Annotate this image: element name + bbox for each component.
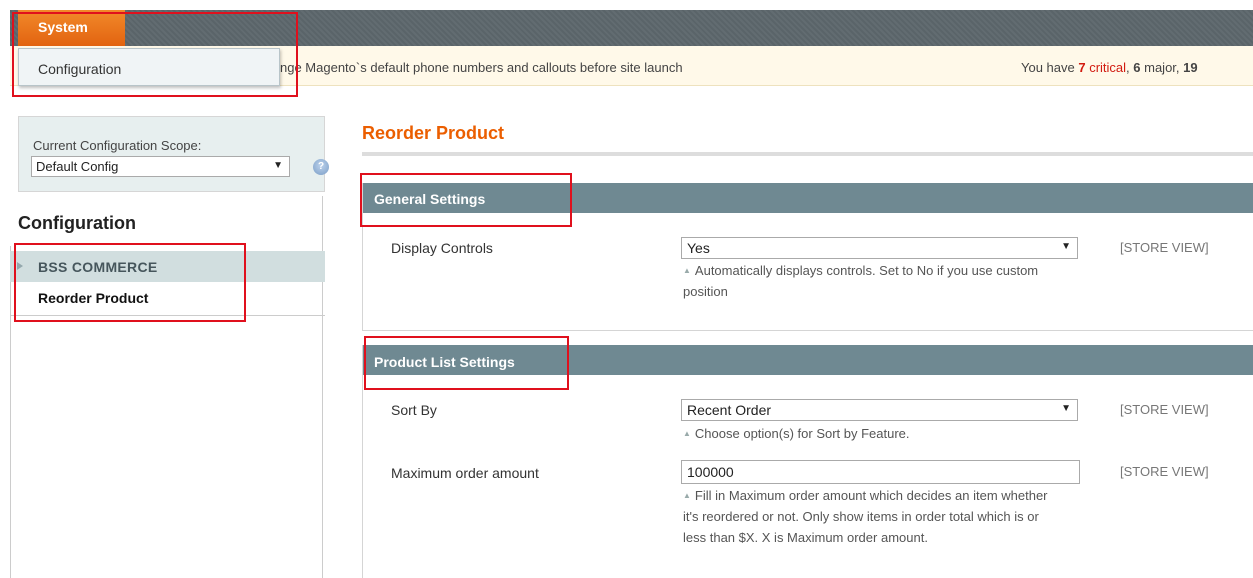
sidebar-group-bss-commerce[interactable]: BSS COMMERCE xyxy=(10,251,325,282)
title-divider xyxy=(362,152,1253,156)
fieldset-general-settings: General Settings Display Controls Yes ▼ … xyxy=(362,183,1253,331)
scope-tag-maximum-order-amount: [STORE VIEW] xyxy=(1120,464,1209,479)
nav-system-tab[interactable]: System xyxy=(18,10,125,46)
label-display-controls: Display Controls xyxy=(391,240,493,256)
chevron-down-icon: ▼ xyxy=(273,160,283,171)
top-navbar: System xyxy=(10,10,1253,46)
sort-by-value: Recent Order xyxy=(687,402,772,418)
sidebar-item-reorder-product[interactable]: Reorder Product xyxy=(38,290,148,306)
caret-right-icon xyxy=(17,262,23,270)
sidebar-left-border xyxy=(10,246,11,578)
fieldset-product-list-settings: Product List Settings Sort By Recent Ord… xyxy=(362,345,1253,578)
maximum-order-amount-input[interactable] xyxy=(681,460,1080,484)
note-sort-by: ▲ Choose option(s) for Sort by Feature. xyxy=(683,423,1063,444)
display-controls-select[interactable]: Yes ▼ xyxy=(681,237,1078,259)
scope-label: Current Configuration Scope: xyxy=(33,138,202,153)
label-maximum-order-amount: Maximum order amount xyxy=(391,465,539,481)
more-count[interactable]: 19 xyxy=(1183,60,1197,75)
note-display-controls-text: Automatically displays controls. Set to … xyxy=(683,263,1039,299)
triangle-up-icon: ▲ xyxy=(683,491,691,500)
config-scope-panel: Current Configuration Scope: Default Con… xyxy=(18,116,329,192)
sort-by-select[interactable]: Recent Order ▼ xyxy=(681,399,1078,421)
notice-message: nge Magento`s default phone numbers and … xyxy=(280,60,683,75)
scope-tag-display-controls: [STORE VIEW] xyxy=(1120,240,1209,255)
sidebar-group-label: BSS COMMERCE xyxy=(38,259,158,275)
section-header-general-settings[interactable]: General Settings xyxy=(363,183,1253,213)
major-count[interactable]: 6 xyxy=(1133,60,1140,75)
chevron-down-icon: ▼ xyxy=(1061,241,1071,252)
major-label[interactable]: major, xyxy=(1141,60,1184,75)
sidebar-title: Configuration xyxy=(18,213,136,233)
note-display-controls: ▲ Automatically displays controls. Set to… xyxy=(683,260,1063,302)
note-sort-by-text: Choose option(s) for Sort by Feature. xyxy=(694,426,910,441)
nav-system-label: System xyxy=(38,19,88,35)
section-header-product-list-settings[interactable]: Product List Settings xyxy=(363,345,1253,375)
scope-select-value: Default Config xyxy=(36,159,119,174)
sidebar-divider xyxy=(10,315,325,316)
triangle-up-icon: ▲ xyxy=(683,429,691,438)
notice-counts: You have 7 critical, 6 major, 19 xyxy=(1021,60,1198,75)
page-title: Reorder Product xyxy=(362,123,505,143)
critical-link[interactable]: critical xyxy=(1086,60,1126,75)
note-maximum-order-amount: ▲ Fill in Maximum order amount which deci… xyxy=(683,485,1063,548)
label-sort-by: Sort By xyxy=(391,402,437,418)
menu-item-configuration[interactable]: Configuration xyxy=(38,61,121,77)
scope-select[interactable]: Default Config ▼ xyxy=(31,156,290,177)
system-dropdown-menu: Configuration xyxy=(18,48,280,86)
notice-prefix: You have xyxy=(1021,60,1079,75)
display-controls-value: Yes xyxy=(687,240,710,256)
chevron-down-icon: ▼ xyxy=(1061,403,1071,414)
note-maximum-order-amount-text: Fill in Maximum order amount which decid… xyxy=(683,488,1048,545)
triangle-up-icon: ▲ xyxy=(683,266,691,275)
scope-tag-sort-by: [STORE VIEW] xyxy=(1120,402,1209,417)
critical-count[interactable]: 7 xyxy=(1078,60,1085,75)
help-icon[interactable]: ? xyxy=(313,159,329,175)
